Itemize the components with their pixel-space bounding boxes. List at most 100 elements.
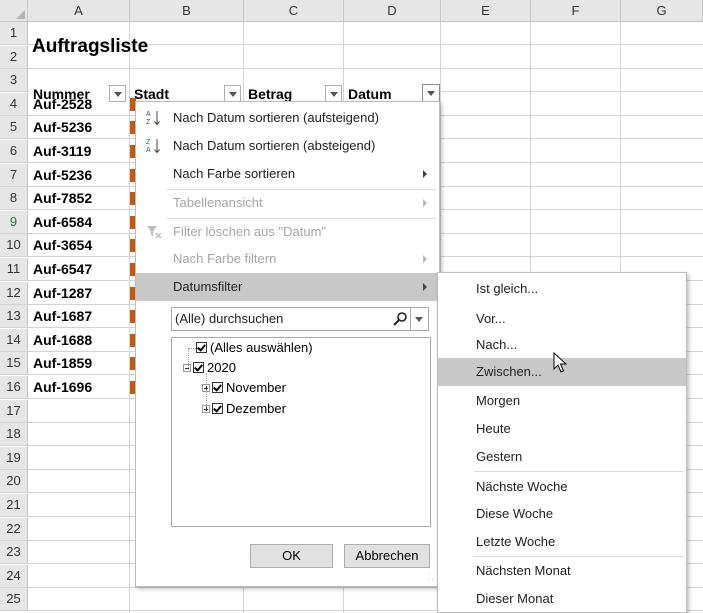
filter-dropdown-betrag[interactable] [325, 85, 342, 102]
ok-button[interactable]: OK [250, 544, 333, 568]
submenu-arrow-icon [423, 255, 427, 263]
cell-nummer[interactable]: Auf-1688 [29, 329, 129, 352]
submenu-item-gestern[interactable]: Gestern [438, 443, 686, 471]
row-header-12[interactable]: 12 [0, 282, 28, 305]
tree-item-dezember[interactable]: Dezember [202, 399, 286, 419]
tree-item-select-all[interactable]: (Alles auswählen) [196, 338, 313, 358]
column-header-d[interactable]: D [344, 0, 441, 22]
submenu-item-label: Gestern [476, 449, 523, 464]
checkbox-checked[interactable] [196, 342, 207, 353]
submenu-item-naechste-woche[interactable]: Nächste Woche [438, 473, 686, 501]
column-header-a[interactable]: A [28, 0, 130, 22]
cell-nummer[interactable]: Auf-3119 [29, 140, 129, 163]
expand-icon[interactable] [202, 405, 210, 413]
sort-ascending-label: Nach Datum sortieren (aufsteigend) [173, 110, 379, 125]
search-options-dropdown[interactable] [410, 308, 428, 330]
row-header-25[interactable]: 25 [0, 588, 28, 611]
sort-ascending-item[interactable]: AZ Nach Datum sortieren (aufsteigend) [136, 104, 439, 132]
cell-nummer[interactable]: Auf-6584 [29, 211, 129, 234]
row-header-16[interactable]: 16 [0, 376, 28, 399]
row-header-13[interactable]: 13 [0, 305, 28, 328]
row-header-23[interactable]: 23 [0, 541, 28, 564]
submenu-item-label: Diese Woche [476, 506, 554, 521]
row-header-9[interactable]: 9 [0, 211, 28, 234]
cell-nummer[interactable]: Auf-5236 [29, 164, 129, 187]
cell-nummer[interactable]: Auf-1687 [29, 305, 129, 328]
submenu-item-letzte-woche[interactable]: Letzte Woche [438, 528, 686, 556]
cell-nummer[interactable]: Auf-3654 [29, 234, 129, 257]
collapse-icon[interactable] [183, 364, 191, 372]
submenu-item-naechsten-monat[interactable]: Nächsten Monat [438, 557, 686, 585]
select-all-corner[interactable] [0, 0, 28, 22]
cell-nummer[interactable]: Auf-1696 [29, 376, 129, 399]
row-header-5[interactable]: 5 [0, 116, 28, 139]
checkbox-checked[interactable] [212, 403, 223, 414]
column-header-g[interactable]: G [621, 0, 703, 22]
date-filter-item[interactable]: Datumsfilter [136, 273, 439, 301]
row-header-22[interactable]: 22 [0, 518, 28, 541]
cell-nummer[interactable]: Auf-7852 [29, 187, 129, 210]
date-filter-label: Datumsfilter [173, 279, 243, 294]
row-header-11[interactable]: 11 [0, 258, 28, 281]
mouse-cursor-icon [553, 352, 567, 373]
row-header-24[interactable]: 24 [0, 565, 28, 588]
row-header-1[interactable]: 1 [0, 22, 28, 45]
sheet-title[interactable]: Auftragsliste [28, 34, 228, 60]
checkbox-checked[interactable] [212, 382, 223, 393]
submenu-item-heute[interactable]: Heute [438, 415, 686, 443]
cell-nummer[interactable]: Auf-1859 [29, 352, 129, 375]
row-header-21[interactable]: 21 [0, 494, 28, 517]
row-header-10[interactable]: 10 [0, 234, 28, 257]
submenu-item-dieser-monat[interactable]: Dieser Monat [438, 585, 686, 613]
tree-item-2020[interactable]: 2020 [183, 358, 236, 378]
search-icon[interactable] [392, 311, 409, 328]
filter-dropdown-datum[interactable] [422, 84, 440, 102]
date-filter-submenu: Ist gleich... Vor... Nach... Zwischen...… [437, 272, 687, 613]
cell-nummer[interactable]: Auf-6547 [29, 258, 129, 281]
submenu-arrow-icon [423, 199, 427, 207]
row-header-8[interactable]: 8 [0, 187, 28, 210]
tree-item-november[interactable]: November [202, 378, 286, 398]
column-header-e[interactable]: E [441, 0, 531, 22]
row-header-20[interactable]: 20 [0, 470, 28, 493]
row-header-2[interactable]: 2 [0, 46, 28, 69]
submenu-item-diese-woche[interactable]: Diese Woche [438, 500, 686, 528]
filter-dropdown-stadt[interactable] [224, 85, 241, 102]
submenu-item-morgen[interactable]: Morgen [438, 387, 686, 415]
column-header-b[interactable]: B [130, 0, 244, 22]
cell-nummer[interactable]: Auf-2528 [29, 93, 129, 116]
sort-by-color-label: Nach Farbe sortieren [173, 166, 296, 181]
tree-item-label: (Alles auswählen) [210, 340, 313, 355]
cancel-button[interactable]: Abbrechen [344, 544, 430, 568]
sort-ascending-icon: AZ [145, 109, 163, 127]
column-header-c[interactable]: C [244, 0, 344, 22]
row-header-6[interactable]: 6 [0, 140, 28, 163]
row-header-3[interactable]: 3 [0, 69, 28, 92]
row-header-7[interactable]: 7 [0, 164, 28, 187]
cell-nummer[interactable]: Auf-1287 [29, 282, 129, 305]
row-header-15[interactable]: 15 [0, 352, 28, 375]
resize-grip-icon[interactable]: · ·· [428, 570, 435, 584]
expand-icon[interactable] [202, 384, 210, 392]
column-header-f[interactable]: F [531, 0, 621, 22]
cell-nummer[interactable]: Auf-5236 [29, 116, 129, 139]
row-header-17[interactable]: 17 [0, 400, 28, 423]
row-header-19[interactable]: 19 [0, 447, 28, 470]
row-header-4[interactable]: 4 [0, 93, 28, 116]
tree-item-label: Dezember [226, 401, 286, 416]
checkbox-checked[interactable] [193, 362, 204, 373]
filter-search-box[interactable]: (Alle) durchsuchen [171, 307, 429, 331]
submenu-item-vor[interactable]: Vor... [438, 305, 686, 333]
submenu-item-label: Nächsten Monat [476, 563, 571, 578]
submenu-item-label: Zwischen... [476, 364, 542, 379]
sort-by-color-item[interactable]: Nach Farbe sortieren [136, 160, 439, 188]
filter-menu: AZ Nach Datum sortieren (aufsteigend) ZA… [135, 101, 440, 587]
search-placeholder: (Alle) durchsuchen [175, 311, 284, 326]
svg-text:A: A [146, 111, 151, 118]
row-header-14[interactable]: 14 [0, 329, 28, 352]
row-header-18[interactable]: 18 [0, 423, 28, 446]
svg-text:Z: Z [146, 139, 151, 146]
sort-descending-icon: ZA [145, 137, 163, 155]
submenu-item-ist-gleich[interactable]: Ist gleich... [438, 275, 686, 303]
sort-descending-item[interactable]: ZA Nach Datum sortieren (absteigend) [136, 132, 439, 160]
